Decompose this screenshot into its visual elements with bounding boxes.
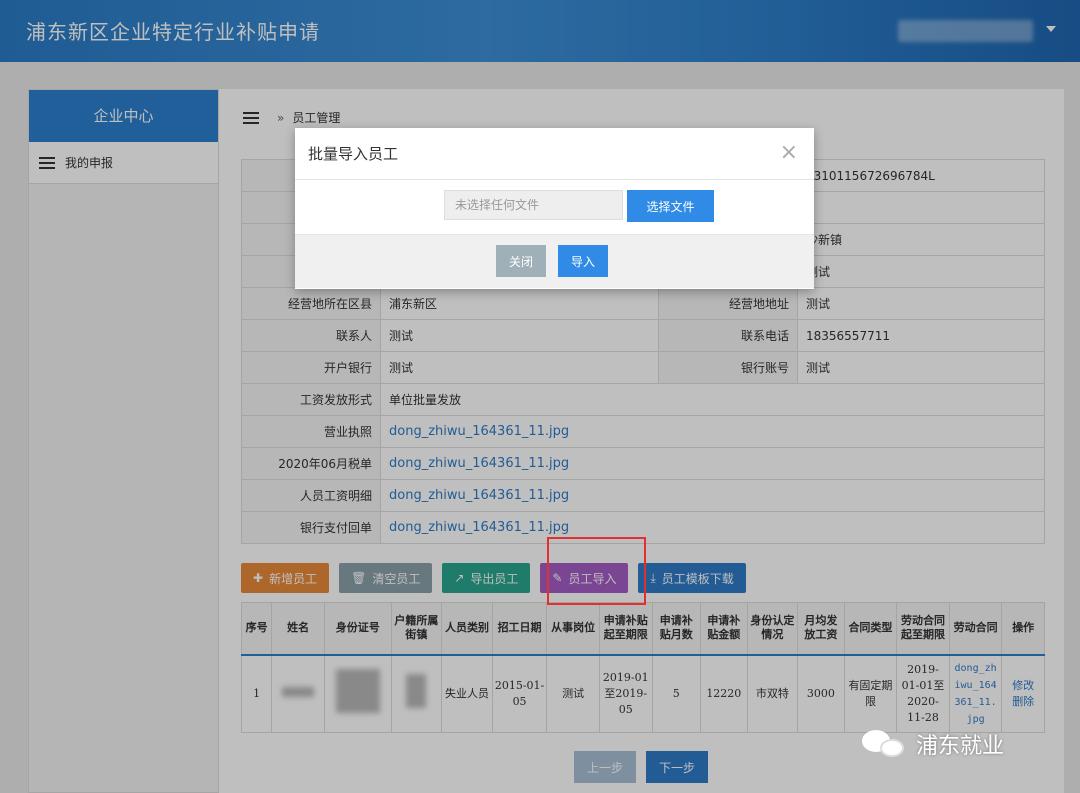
watermark-text: 浦东就业 [916,734,1005,759]
watermark: 浦东就业 [862,728,1004,760]
dialog-header: 批量导入员工 × [295,128,814,180]
dialog-title: 批量导入员工 [308,145,399,163]
highlight-annotation-box [547,537,646,605]
wechat-icon [862,728,908,760]
close-button[interactable]: 关闭 [496,245,546,277]
close-icon[interactable]: × [780,142,798,164]
modal-backdrop[interactable] [0,0,1080,793]
batch-import-dialog: 批量导入员工 × 未选择任何文件 选择文件 关闭 导入 [295,128,814,289]
dialog-body: 未选择任何文件 选择文件 [295,180,814,234]
file-input[interactable]: 未选择任何文件 [444,190,623,220]
dialog-footer: 关闭 导入 [295,234,814,288]
import-button[interactable]: 导入 [558,245,608,277]
choose-file-button[interactable]: 选择文件 [627,190,714,222]
